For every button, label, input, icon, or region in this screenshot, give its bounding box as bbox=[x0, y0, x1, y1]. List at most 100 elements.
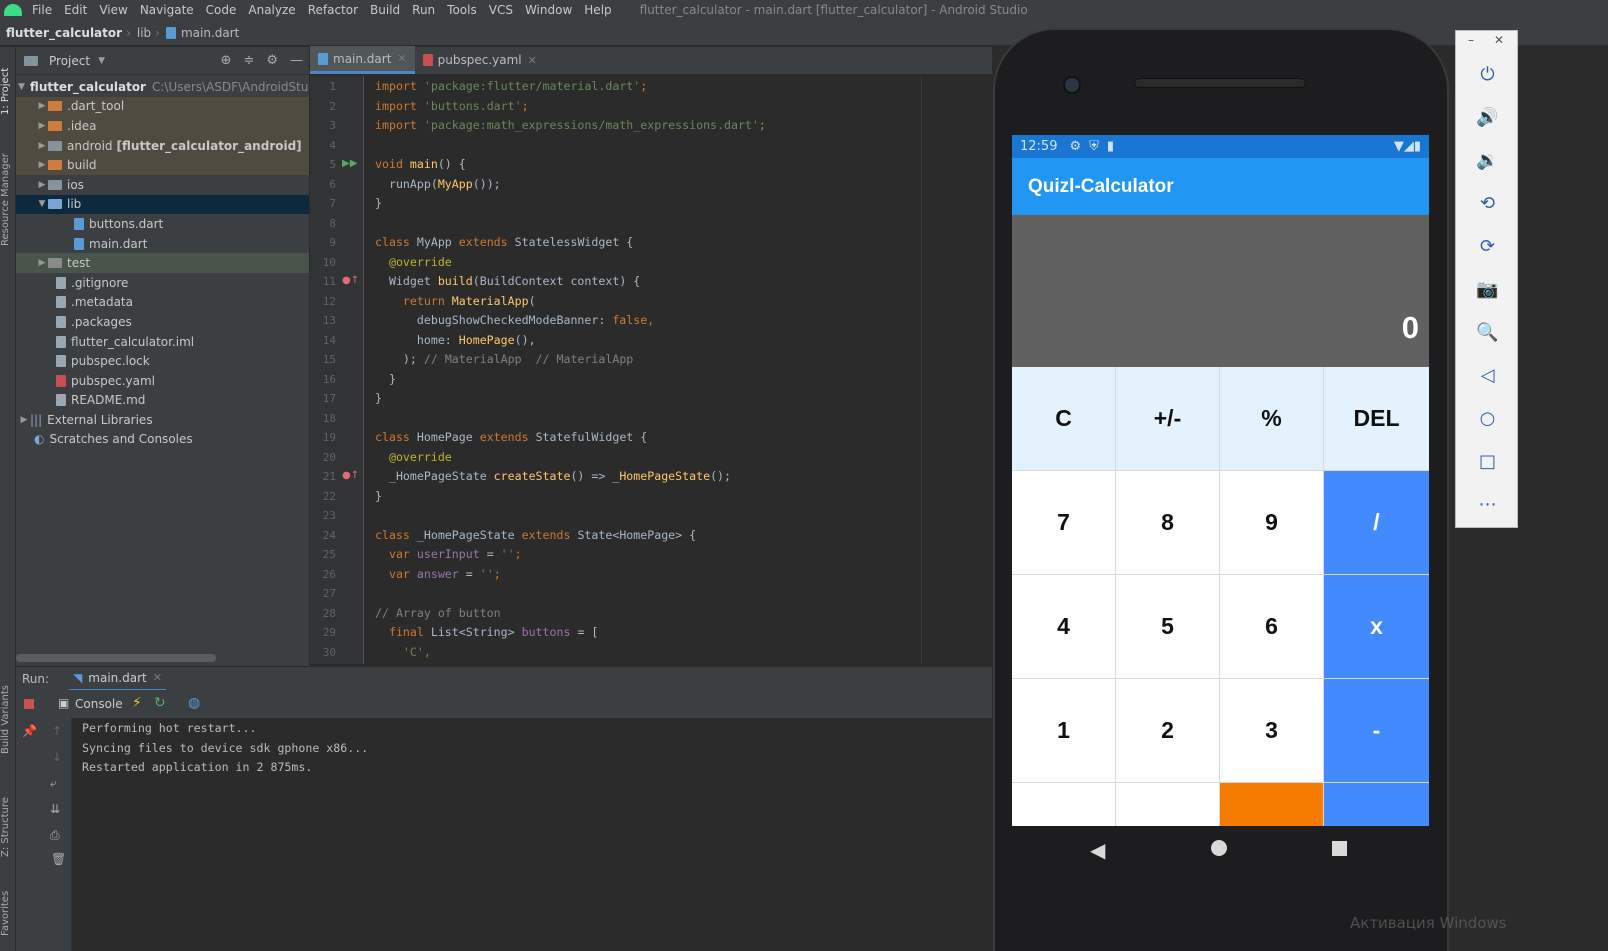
tree-item-external-libraries[interactable]: ▶ ||| External Libraries bbox=[16, 410, 309, 430]
button-2[interactable]: 2 bbox=[1116, 679, 1219, 782]
button-6[interactable]: 6 bbox=[1220, 575, 1323, 678]
breadcrumb-folder[interactable]: lib bbox=[137, 26, 155, 40]
menu-view[interactable]: View bbox=[93, 3, 133, 17]
run-console[interactable]: Performing hot restart... Syncing files … bbox=[72, 718, 992, 951]
button-percent[interactable]: % bbox=[1220, 367, 1323, 470]
soft-wrap-icon[interactable]: ⤶ bbox=[50, 776, 57, 791]
override-gutter-icon[interactable]: ●↑ bbox=[342, 470, 359, 481]
button-1[interactable]: 1 bbox=[1012, 679, 1115, 782]
menu-build[interactable]: Build bbox=[364, 3, 406, 17]
tool-window-structure[interactable]: Z: Structure bbox=[0, 787, 16, 867]
hot-restart-icon[interactable]: ↻ bbox=[154, 695, 166, 711]
collapse-all-icon[interactable]: ≑ bbox=[243, 53, 254, 68]
button-delete[interactable]: DEL bbox=[1324, 367, 1429, 470]
tree-item-dart-tool[interactable]: ▶ .dart_tool bbox=[16, 96, 309, 117]
tree-item-android[interactable]: ▶ android [flutter_calculator_android] bbox=[16, 135, 309, 156]
hide-icon[interactable]: — bbox=[290, 53, 303, 68]
close-icon[interactable]: ✕ bbox=[1494, 33, 1504, 47]
home-icon[interactable] bbox=[1211, 840, 1227, 856]
tab-main-dart[interactable]: main.dart ✕ bbox=[310, 46, 415, 74]
run-gutter-icon[interactable]: ▶▶ bbox=[342, 158, 357, 169]
scroll-to-end-icon[interactable]: ⇊ bbox=[50, 802, 60, 816]
menu-analyze[interactable]: Analyze bbox=[242, 3, 301, 17]
menu-refactor[interactable]: Refactor bbox=[302, 3, 364, 17]
tree-item-iml[interactable]: flutter_calculator.iml bbox=[16, 332, 309, 352]
print-icon[interactable]: ⎙ bbox=[50, 828, 60, 843]
button-divide[interactable]: / bbox=[1324, 471, 1429, 574]
menu-code[interactable]: Code bbox=[200, 3, 243, 17]
tree-item-pubspec-yaml[interactable]: pubspec.yaml bbox=[16, 371, 309, 391]
button-plus-minus[interactable]: +/- bbox=[1116, 367, 1219, 470]
power-icon[interactable]: ⏻ bbox=[1456, 59, 1519, 89]
home-icon[interactable]: ○ bbox=[1456, 403, 1519, 433]
button-plus-partial[interactable] bbox=[1324, 783, 1429, 826]
locate-icon[interactable]: ⊕ bbox=[221, 53, 232, 68]
rotate-left-icon[interactable]: ⟲ bbox=[1456, 188, 1519, 218]
tool-window-project[interactable]: 1: Project bbox=[0, 61, 16, 121]
button-4[interactable]: 4 bbox=[1012, 575, 1115, 678]
chevron-down-icon[interactable]: ▼ bbox=[98, 56, 105, 66]
tree-item-lib[interactable]: ▼ lib bbox=[16, 194, 309, 215]
camera-screenshot-icon[interactable]: 📷 bbox=[1456, 274, 1519, 304]
arrow-up-icon[interactable]: ↑ bbox=[52, 724, 62, 738]
tool-window-resource-manager[interactable]: Resource Manager bbox=[0, 145, 16, 255]
arrow-down-icon[interactable]: ↓ bbox=[52, 750, 62, 764]
tree-item-gitignore[interactable]: .gitignore bbox=[16, 273, 309, 293]
button-minus[interactable]: - bbox=[1324, 679, 1429, 782]
trash-icon[interactable]: 🗑 bbox=[51, 852, 66, 866]
menu-window[interactable]: Window bbox=[519, 3, 578, 17]
chevron-right-icon[interactable]: ▶ bbox=[36, 160, 48, 170]
chevron-down-icon[interactable]: ▼ bbox=[36, 199, 48, 209]
tree-item-packages[interactable]: .packages bbox=[16, 312, 309, 332]
tree-item-scratches[interactable]: ◐ Scratches and Consoles bbox=[16, 430, 309, 450]
zoom-icon[interactable]: 🔍 bbox=[1456, 317, 1519, 347]
button-clear[interactable]: C bbox=[1012, 367, 1115, 470]
device-screen[interactable]: 12:59 ⚙ ⛨ ▮ ▼◢▮ Quizl-Calculator 0 C +/-… bbox=[1012, 135, 1429, 826]
tree-item-readme[interactable]: README.md bbox=[16, 391, 309, 411]
back-icon[interactable]: ◀ bbox=[1090, 838, 1105, 862]
close-icon[interactable]: ✕ bbox=[397, 52, 406, 65]
chevron-right-icon[interactable]: ▶ bbox=[36, 258, 48, 268]
chevron-right-icon[interactable]: ▶ bbox=[36, 101, 48, 111]
minimize-icon[interactable]: – bbox=[1468, 33, 1474, 47]
button-9[interactable]: 9 bbox=[1220, 471, 1323, 574]
menu-run[interactable]: Run bbox=[406, 3, 441, 17]
stop-icon[interactable] bbox=[24, 699, 34, 709]
tab-pubspec-yaml[interactable]: pubspec.yaml ✕ bbox=[415, 46, 545, 74]
chevron-right-icon[interactable]: ▶ bbox=[36, 180, 48, 190]
more-icon[interactable]: ⋯ bbox=[1456, 489, 1519, 519]
tree-item-main-dart[interactable]: main.dart bbox=[16, 234, 309, 254]
tool-window-build-variants[interactable]: Build Variants bbox=[0, 675, 16, 765]
code-editor[interactable]: import 'package:flutter/material.dart'; … bbox=[365, 76, 992, 664]
tree-item-idea[interactable]: ▶ .idea bbox=[16, 116, 309, 136]
volume-down-icon[interactable]: 🔉 bbox=[1456, 145, 1519, 175]
tree-item-metadata[interactable]: .metadata bbox=[16, 293, 309, 313]
menu-navigate[interactable]: Navigate bbox=[134, 3, 200, 17]
run-tab-main-dart[interactable]: ◥ main.dart ✕ bbox=[69, 667, 166, 691]
button-8[interactable]: 8 bbox=[1116, 471, 1219, 574]
tree-item-build[interactable]: ▶ build bbox=[16, 155, 309, 175]
tree-item-ios[interactable]: ▶ ios bbox=[16, 175, 309, 195]
project-view-selector[interactable]: Project bbox=[49, 54, 90, 68]
menu-help[interactable]: Help bbox=[578, 3, 617, 17]
chevron-right-icon[interactable]: ▶ bbox=[18, 415, 30, 425]
tree-root[interactable]: ▼ flutter_calculator C:\Users\ASDF\Andro… bbox=[16, 77, 309, 97]
project-horizontal-scrollbar[interactable] bbox=[16, 654, 216, 662]
button-7[interactable]: 7 bbox=[1012, 471, 1115, 574]
tool-window-favorites[interactable]: Favorites bbox=[0, 883, 16, 943]
button-5[interactable]: 5 bbox=[1116, 575, 1219, 678]
override-gutter-icon[interactable]: ●↑ bbox=[342, 275, 359, 286]
chevron-right-icon[interactable]: ▶ bbox=[36, 121, 48, 131]
hot-reload-icon[interactable]: ⚡ bbox=[132, 695, 142, 711]
button-3[interactable]: 3 bbox=[1220, 679, 1323, 782]
button-multiply[interactable]: x bbox=[1324, 575, 1429, 678]
tree-item-pubspec-lock[interactable]: pubspec.lock bbox=[16, 351, 309, 371]
tree-item-buttons-dart[interactable]: buttons.dart bbox=[16, 214, 309, 234]
volume-up-icon[interactable]: 🔊 bbox=[1456, 102, 1519, 132]
chevron-right-icon[interactable]: ▶ bbox=[36, 141, 48, 151]
breadcrumb-project[interactable]: flutter_calculator bbox=[6, 26, 126, 40]
chevron-down-icon[interactable]: ▼ bbox=[18, 82, 25, 92]
overview-icon[interactable] bbox=[1332, 841, 1347, 856]
button-partial[interactable] bbox=[1116, 783, 1219, 826]
back-icon[interactable]: ◁ bbox=[1456, 360, 1519, 390]
